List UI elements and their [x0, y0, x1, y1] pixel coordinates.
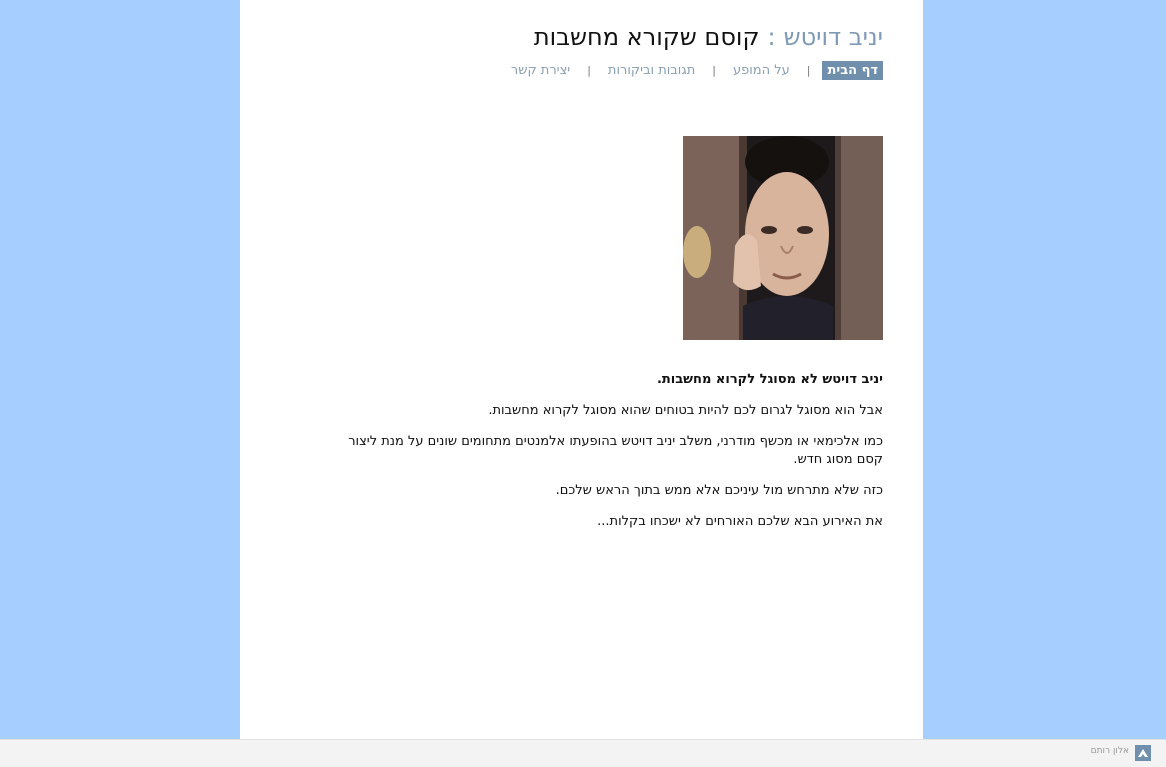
site-title-tagline: קוסם שקורא מחשבות [533, 23, 760, 51]
nav-item-about[interactable]: על המופע [728, 61, 795, 80]
content-paragraph: כזה שלא מתרחש מול עיניכם אלא ממש בתוך הר… [555, 483, 883, 498]
nav-separator: | [712, 64, 716, 77]
nav-separator: | [587, 64, 591, 77]
nav-item-contact[interactable]: יצירת קשר [506, 61, 575, 80]
nav-item-reviews[interactable]: תגובות וביקורות [603, 61, 700, 80]
nav-item-home[interactable]: דף הבית [822, 61, 883, 80]
footer-bar: אלון רותם [0, 739, 1166, 767]
page-container: יניב דויטש:קוסם שקורא מחשבות דף הבית | ע… [240, 0, 923, 739]
lead-paragraph: יניב דויטש לא מסוגל לקרוא מחשבות. [656, 372, 883, 387]
footer-credit-link[interactable]: אלון רותם [1091, 746, 1129, 756]
content-paragraph: אבל הוא מסוגל לגרום לכם להיות בטוחים שהו… [488, 403, 883, 418]
main-nav: דף הבית | על המופע | תגובות וביקורות | י… [506, 61, 883, 80]
content-paragraph: כמו אלכימאי או מכשף מודרני, משלב יניב דו… [348, 434, 883, 467]
footer-logo-icon[interactable] [1135, 745, 1151, 761]
site-title-separator: : [767, 23, 776, 51]
site-title-name: יניב דויטש [783, 23, 883, 51]
content-paragraph: את האירוע הבא שלכם האורחים לא ישכחו בקלו… [597, 514, 883, 529]
nav-separator: | [806, 64, 811, 77]
footer-logo-glyph [1135, 745, 1151, 761]
performer-photo-image [683, 136, 883, 340]
main-content: יניב דויטש לא מסוגל לקרוא מחשבות. אבל הו… [331, 371, 883, 544]
site-title: יניב דויטש:קוסם שקורא מחשבות [534, 22, 883, 52]
performer-photo [683, 136, 883, 340]
